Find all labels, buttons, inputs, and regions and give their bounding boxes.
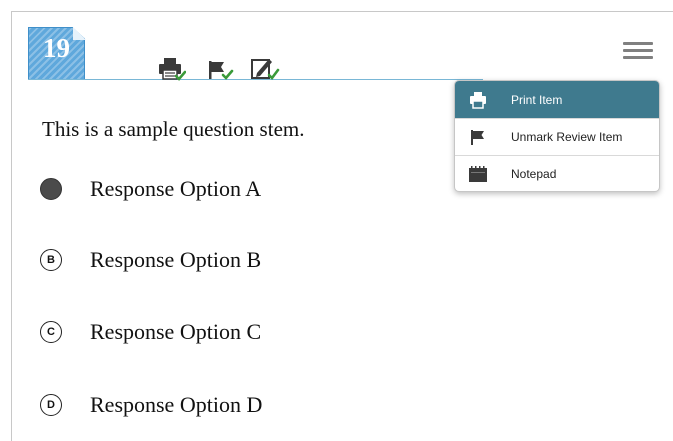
context-menu: Print Item Unmark Review Item Notepad xyxy=(454,80,660,192)
menu-item-print[interactable]: Print Item xyxy=(455,81,659,118)
menu-button[interactable] xyxy=(620,40,656,62)
question-stem: This is a sample question stem. xyxy=(42,117,305,141)
response-option-c[interactable]: C Response Option C xyxy=(40,315,261,349)
hamburger-bar xyxy=(623,56,653,59)
menu-item-label: Unmark Review Item xyxy=(511,130,623,144)
option-bubble[interactable]: C xyxy=(40,321,62,343)
option-label: Response Option B xyxy=(90,247,262,272)
menu-item-unmark-review[interactable]: Unmark Review Item xyxy=(455,118,659,155)
flag-check-icon[interactable] xyxy=(207,56,235,82)
print-icon xyxy=(455,81,501,118)
option-bubble[interactable]: D xyxy=(40,394,62,416)
option-label: Response Option C xyxy=(90,319,262,344)
menu-item-label: Notepad xyxy=(511,167,557,181)
question-frame xyxy=(11,11,673,441)
option-bubble[interactable]: B xyxy=(40,249,62,271)
option-label: Response Option D xyxy=(90,392,263,417)
response-option-b[interactable]: B Response Option B xyxy=(40,243,261,277)
notepad-icon xyxy=(455,156,501,191)
flag-icon xyxy=(455,119,501,155)
notepad-edit-icon[interactable] xyxy=(250,56,280,82)
menu-item-label: Print Item xyxy=(511,92,563,107)
option-bubble-selected[interactable]: A xyxy=(40,178,62,200)
question-number: 19 xyxy=(43,33,70,63)
hamburger-bar xyxy=(623,49,653,52)
menu-item-notepad[interactable]: Notepad xyxy=(455,155,659,191)
hamburger-bar xyxy=(623,42,653,45)
response-option-d[interactable]: D Response Option D xyxy=(40,388,262,422)
response-option-a[interactable]: A Response Option A xyxy=(40,172,261,206)
print-icon[interactable] xyxy=(158,56,186,82)
option-label: Response Option A xyxy=(90,176,262,201)
